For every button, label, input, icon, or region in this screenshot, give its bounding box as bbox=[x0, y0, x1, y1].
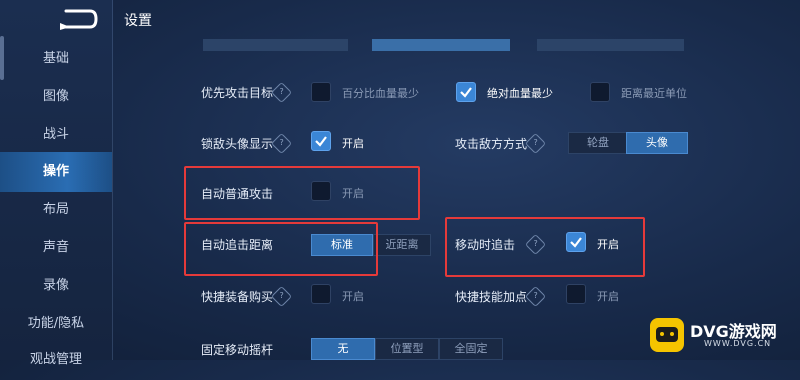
option-nearest-unit-checkbox[interactable] bbox=[590, 82, 610, 102]
check-icon bbox=[460, 87, 472, 98]
back-arrow-icon bbox=[60, 9, 98, 30]
option-percent-hp-checkbox[interactable] bbox=[311, 82, 331, 102]
sidebar-item-controls[interactable]: 操作 bbox=[0, 152, 112, 192]
quick-buy-value: 开启 bbox=[342, 290, 364, 303]
sidebar-item-sound[interactable]: 声音 bbox=[0, 228, 112, 268]
quick-skill-checkbox[interactable] bbox=[566, 284, 586, 304]
sidebar-item-combat[interactable]: 战斗 bbox=[0, 115, 112, 155]
priority-target-label: 优先攻击目标 bbox=[201, 86, 274, 100]
page-title: 设置 bbox=[124, 13, 152, 29]
lock-avatar-label: 锁敌头像显示 bbox=[201, 137, 274, 151]
fixed-joystick-none-button[interactable]: 无 bbox=[311, 338, 375, 360]
fixed-joystick-label: 固定移动摇杆 bbox=[201, 343, 274, 357]
fixed-joystick-full-button[interactable]: 全固定 bbox=[439, 338, 503, 360]
subtab-2[interactable] bbox=[372, 39, 510, 51]
sidebar-item-layout[interactable]: 布局 bbox=[0, 190, 112, 230]
quick-buy-checkbox[interactable] bbox=[311, 284, 331, 304]
quick-skill-label: 快捷技能加点 bbox=[455, 290, 528, 304]
attack-mode-help-icon[interactable]: ? bbox=[524, 132, 547, 155]
attack-mode-wheel-button[interactable]: 轮盘 bbox=[568, 132, 628, 154]
sidebar-item-basic[interactable]: 基础 bbox=[0, 39, 112, 79]
check-icon bbox=[315, 136, 327, 147]
option-absolute-hp-checkbox[interactable] bbox=[456, 82, 476, 102]
quick-skill-help-icon[interactable]: ? bbox=[524, 285, 547, 308]
watermark-logo bbox=[650, 318, 684, 352]
sidebar-item-graphics[interactable]: 图像 bbox=[0, 77, 112, 117]
sidebar-item-spectate[interactable]: 观战管理 bbox=[0, 340, 112, 380]
highlight-box-auto-attack bbox=[184, 166, 420, 220]
sidebar-item-replay[interactable]: 录像 bbox=[0, 266, 112, 306]
watermark-url: WWW.DVG.CN bbox=[704, 339, 772, 348]
fixed-joystick-position-button[interactable]: 位置型 bbox=[375, 338, 439, 360]
lock-avatar-checkbox[interactable] bbox=[311, 131, 331, 151]
subtab-1[interactable] bbox=[203, 39, 348, 51]
lock-avatar-value: 开启 bbox=[342, 137, 364, 150]
highlight-box-move-chase bbox=[445, 217, 645, 277]
back-button[interactable] bbox=[58, 8, 98, 30]
quick-skill-value: 开启 bbox=[597, 290, 619, 303]
sidebar-item-privacy[interactable]: 功能/隐私 bbox=[0, 304, 112, 344]
quick-buy-help-icon[interactable]: ? bbox=[270, 285, 293, 308]
option-nearest-unit-label: 距离最近单位 bbox=[621, 87, 687, 100]
attack-mode-label: 攻击敌方方式 bbox=[455, 137, 528, 151]
option-percent-hp-label: 百分比血量最少 bbox=[342, 87, 419, 100]
priority-target-help-icon[interactable]: ? bbox=[270, 81, 293, 104]
sidebar: 基础 图像 战斗 操作 布局 声音 录像 功能/隐私 观战管理 bbox=[0, 0, 113, 367]
auto-chase-near-button[interactable]: 近距离 bbox=[373, 234, 431, 256]
highlight-box-auto-chase bbox=[184, 222, 378, 276]
subtab-3[interactable] bbox=[537, 39, 684, 51]
lock-avatar-help-icon[interactable]: ? bbox=[270, 132, 293, 155]
option-absolute-hp-label: 绝对血量最少 bbox=[487, 87, 553, 100]
attack-mode-avatar-button[interactable]: 头像 bbox=[626, 132, 688, 154]
quick-buy-label: 快捷装备购买 bbox=[201, 290, 274, 304]
